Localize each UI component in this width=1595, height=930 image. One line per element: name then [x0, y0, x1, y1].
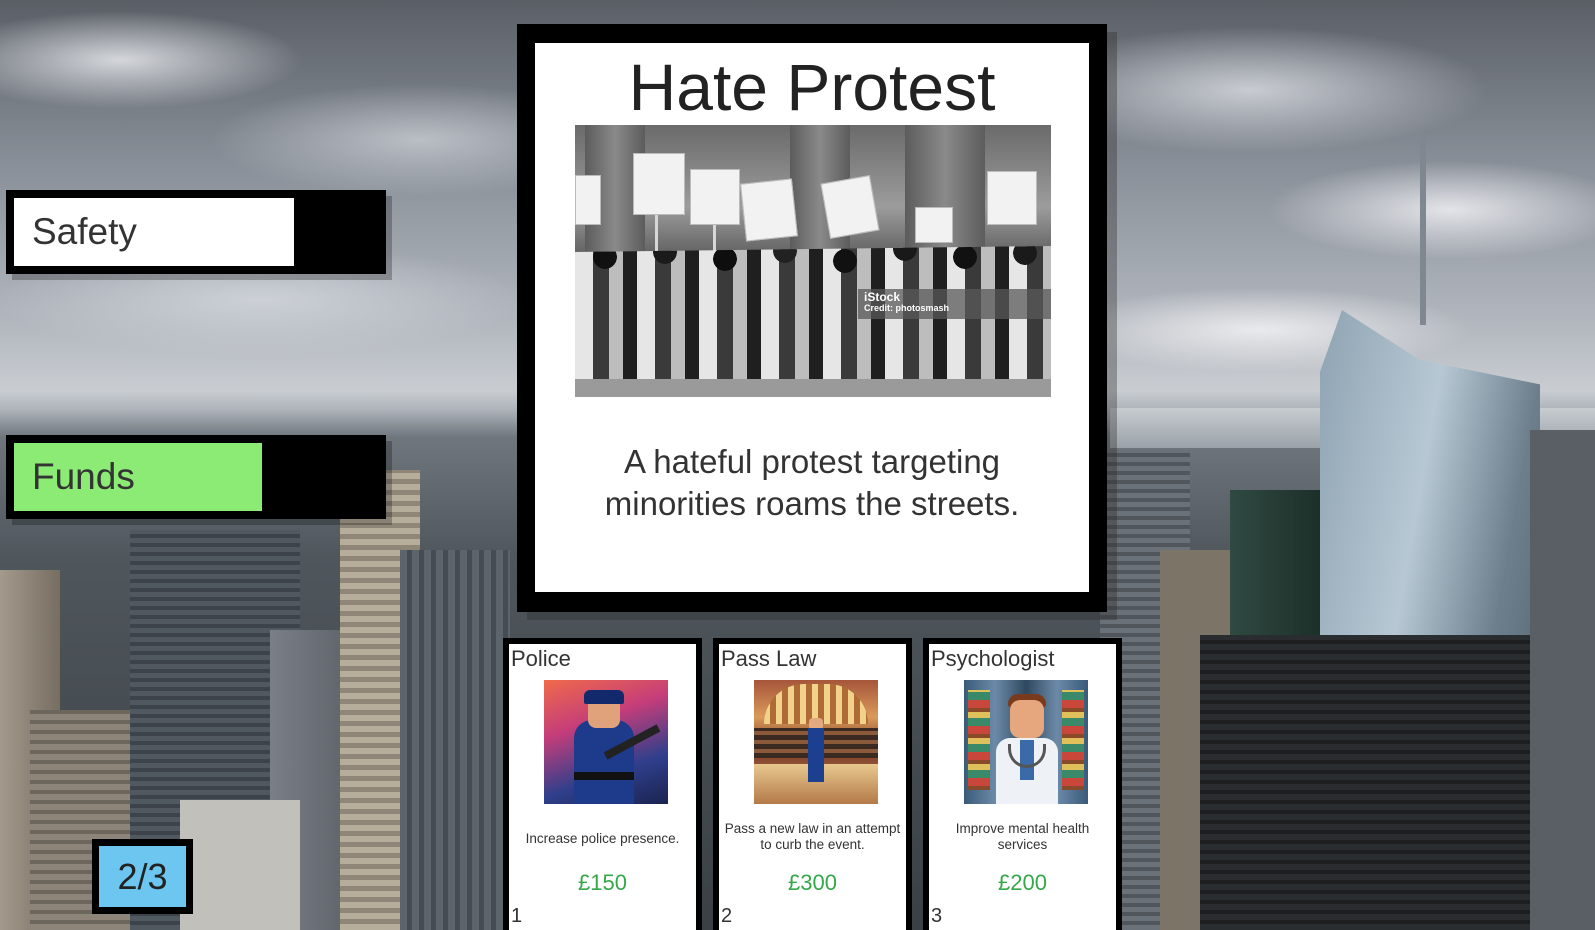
- choice-description: Pass a new law in an attempt to curb the…: [724, 821, 901, 852]
- choice-description: Increase police presence.: [525, 831, 680, 846]
- event-title: Hate Protest: [628, 50, 996, 124]
- protest-sign: [740, 178, 798, 242]
- protest-sign: [690, 169, 740, 225]
- safety-meter: Safety: [6, 190, 386, 274]
- protest-sign: [915, 207, 953, 243]
- doctor-icon: [964, 680, 1088, 804]
- funds-meter: Funds: [6, 435, 386, 519]
- choice-hotkey: 1: [511, 905, 523, 927]
- choice-title: Pass Law: [721, 646, 817, 671]
- choice-card-psychologist[interactable]: Psychologist Improve mental health servi…: [923, 638, 1122, 930]
- choice-title: Psychologist: [931, 646, 1055, 671]
- safety-label: Safety: [32, 211, 137, 252]
- choice-card-pass-law[interactable]: Pass Law Pass a new law in an attempt to…: [713, 638, 912, 930]
- protest-sign: [987, 171, 1037, 225]
- turn-counter: 2/3: [92, 839, 193, 914]
- doorway: [905, 125, 985, 265]
- building: [1530, 430, 1595, 930]
- police-officer-icon: [544, 680, 668, 804]
- steps: [575, 379, 1051, 397]
- event-card: Hate Protest iStock Credit: photosmash A…: [517, 24, 1107, 612]
- protest-sign: [820, 175, 880, 239]
- choice-title: Police: [511, 646, 571, 671]
- funds-label: Funds: [32, 456, 135, 497]
- turn-counter-text: 2/3: [99, 846, 186, 907]
- choice-hotkey: 3: [931, 905, 943, 927]
- protest-sign: [575, 175, 601, 225]
- protest-sign: [633, 153, 685, 215]
- skyscraper-spire: [1420, 135, 1426, 325]
- choice-cost: £300: [788, 870, 837, 895]
- building: [180, 800, 300, 930]
- choice-description: Improve mental health services: [955, 821, 1090, 852]
- parliament-icon: [754, 680, 878, 804]
- choice-card-police[interactable]: Police Increase police presence. £150 1: [503, 638, 702, 930]
- choice-cost: £200: [998, 870, 1047, 895]
- building: [400, 550, 510, 930]
- stock-watermark: iStock Credit: photosmash: [858, 289, 1051, 319]
- choice-cost: £150: [578, 870, 627, 895]
- event-description: A hateful protest targeting minorities r…: [604, 443, 1020, 522]
- protest-photo: iStock Credit: photosmash: [575, 125, 1051, 397]
- choice-hotkey: 2: [721, 905, 733, 927]
